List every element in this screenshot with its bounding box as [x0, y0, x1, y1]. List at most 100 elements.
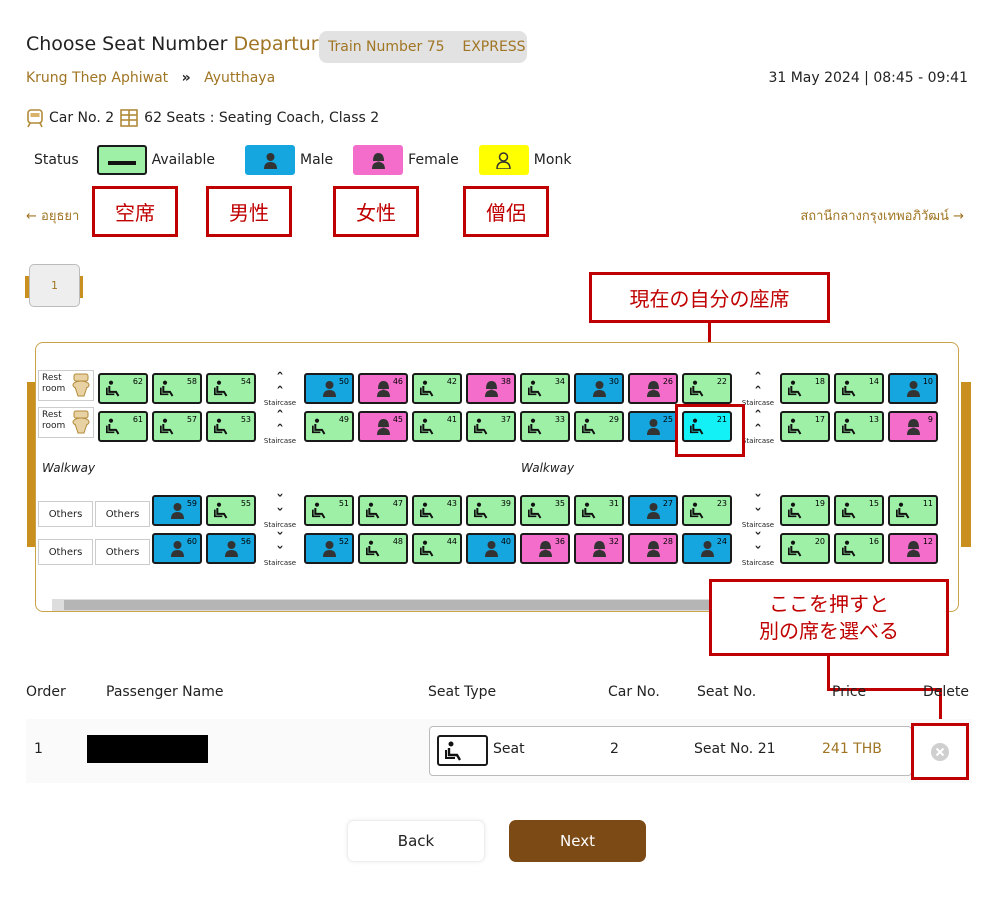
annotation-current-seat: 現在の自分の座席: [589, 272, 830, 323]
wheelchair-seat-icon: [690, 380, 704, 397]
seat[interactable]: 31: [574, 495, 624, 526]
seat-number: 30: [608, 377, 619, 386]
seat[interactable]: 33: [520, 411, 570, 442]
prev-station-link[interactable]: ← อยุธยา: [26, 205, 79, 226]
seat[interactable]: 36: [520, 533, 570, 564]
seat[interactable]: 49: [304, 411, 354, 442]
monk-icon: [496, 151, 512, 169]
seat-number: 27: [662, 499, 673, 508]
seat[interactable]: 58: [152, 373, 202, 404]
back-button[interactable]: Back: [347, 820, 485, 862]
seat[interactable]: 42: [412, 373, 462, 404]
seat[interactable]: 38: [466, 373, 516, 404]
seat[interactable]: 35: [520, 495, 570, 526]
staircase-up: ˆ ˆ Staircase: [738, 372, 778, 407]
seat[interactable]: 60: [152, 533, 202, 564]
row-seat-no: Seat No. 21: [694, 741, 776, 757]
seat-number: 19: [814, 499, 825, 508]
car-page-button[interactable]: 1: [29, 264, 80, 307]
staircase-down: ˇ ˇ Staircase: [260, 532, 300, 567]
seat[interactable]: 27: [628, 495, 678, 526]
seat-number: 60: [186, 537, 197, 546]
seat[interactable]: 48: [358, 533, 408, 564]
seat[interactable]: 23: [682, 495, 732, 526]
seat[interactable]: 32: [574, 533, 624, 564]
seat[interactable]: 17: [780, 411, 830, 442]
seat[interactable]: 57: [152, 411, 202, 442]
wheelchair-seat-icon: [788, 540, 802, 557]
coach-rail-right: [961, 382, 971, 547]
seat[interactable]: 39: [466, 495, 516, 526]
seat[interactable]: 44: [412, 533, 462, 564]
seat-number: 16: [868, 537, 879, 546]
seat-number: 47: [392, 499, 403, 508]
seat[interactable]: 13: [834, 411, 884, 442]
seat[interactable]: 18: [780, 373, 830, 404]
seat-number: 52: [338, 537, 349, 546]
redacted-passenger-name: [87, 735, 208, 763]
seat-number: 45: [392, 415, 403, 424]
wheelchair-seat-icon: [366, 502, 380, 519]
wheelchair-seat-icon: [366, 540, 380, 557]
wheelchair-seat-icon: [420, 502, 434, 519]
seat[interactable]: 19: [780, 495, 830, 526]
seat-map: Rest room Rest room Others Others Others…: [35, 342, 959, 612]
chevron-down-icon: ˇˇ: [276, 492, 284, 524]
seat[interactable]: 53: [206, 411, 256, 442]
seat[interactable]: 59: [152, 495, 202, 526]
header-delete: Delete: [923, 684, 969, 700]
wheelchair-seat-icon: [474, 502, 488, 519]
seat[interactable]: 54: [206, 373, 256, 404]
seat-number: 34: [554, 377, 565, 386]
staircase-label: Staircase: [741, 437, 775, 445]
seat[interactable]: 30: [574, 373, 624, 404]
seat[interactable]: 24: [682, 533, 732, 564]
seat[interactable]: 11: [888, 495, 938, 526]
wheelchair-seat-icon: [842, 380, 856, 397]
seat[interactable]: 29: [574, 411, 624, 442]
wheelchair-seat-icon: [582, 502, 596, 519]
seat[interactable]: 61: [98, 411, 148, 442]
male-passenger-icon: [224, 541, 238, 557]
walkway-label: Walkway: [521, 461, 575, 475]
seat[interactable]: 26: [628, 373, 678, 404]
seat[interactable]: 56: [206, 533, 256, 564]
seat[interactable]: 25: [628, 411, 678, 442]
seat[interactable]: 14: [834, 373, 884, 404]
seat[interactable]: 45: [358, 411, 408, 442]
seat[interactable]: 37: [466, 411, 516, 442]
seat[interactable]: 41: [412, 411, 462, 442]
next-button[interactable]: Next: [509, 820, 646, 862]
seat[interactable]: 46: [358, 373, 408, 404]
seat[interactable]: 47: [358, 495, 408, 526]
seat[interactable]: 22: [682, 373, 732, 404]
delete-button[interactable]: [911, 723, 969, 780]
wheelchair-seat-icon: [420, 540, 434, 557]
seat[interactable]: 50: [304, 373, 354, 404]
seat[interactable]: 20: [780, 533, 830, 564]
seat[interactable]: 51: [304, 495, 354, 526]
seat[interactable]: 16: [834, 533, 884, 564]
seat[interactable]: 12: [888, 533, 938, 564]
seat[interactable]: 9: [888, 411, 938, 442]
seat[interactable]: 15: [834, 495, 884, 526]
header-passenger-name: Passenger Name: [106, 684, 224, 700]
female-passenger-icon: [376, 419, 390, 435]
next-station-link[interactable]: สถานีกลางกรุงเทพอภิวัฒน์ →: [800, 205, 964, 226]
wheelchair-seat-icon: [896, 502, 910, 519]
seat[interactable]: 40: [466, 533, 516, 564]
seat[interactable]: 43: [412, 495, 462, 526]
seat[interactable]: 55: [206, 495, 256, 526]
seat-number: 58: [186, 377, 197, 386]
seat-number: 57: [186, 415, 197, 424]
seat-number: 23: [716, 499, 727, 508]
prev-station-label: อยุธยา: [41, 209, 80, 224]
seat[interactable]: 62: [98, 373, 148, 404]
seat[interactable]: 34: [520, 373, 570, 404]
seat[interactable]: 52: [304, 533, 354, 564]
male-passenger-icon: [592, 381, 606, 397]
wheelchair-seat-icon: [445, 741, 462, 761]
seat[interactable]: 28: [628, 533, 678, 564]
wheelchair-seat-icon: [420, 418, 434, 435]
seat[interactable]: 10: [888, 373, 938, 404]
